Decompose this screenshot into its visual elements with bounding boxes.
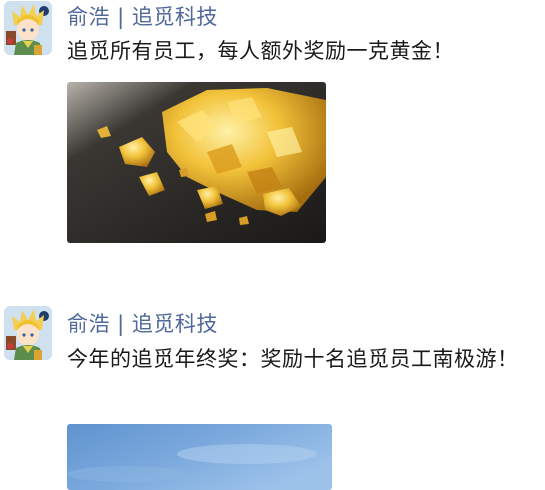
post-author[interactable]: 俞浩 | 追觅科技	[67, 1, 218, 31]
post-item: 俞浩 | 追觅科技 今年的追觅年终奖：奖励十名追觅员工南极游！	[0, 300, 545, 490]
post-author[interactable]: 俞浩 | 追觅科技	[67, 308, 218, 338]
post-item: 俞浩 | 追觅科技 追觅所有员工，每人额外奖励一克黄金！	[0, 0, 545, 260]
post-text: 今年的追觅年终奖：奖励十名追觅员工南极游！	[67, 347, 519, 371]
post-text: 追觅所有员工，每人额外奖励一克黄金！	[67, 39, 454, 63]
moments-feed: 俞浩 | 追觅科技 追觅所有员工，每人额外奖励一克黄金！ 俞浩 | 追觅科技 今…	[0, 0, 545, 490]
post-image-gold-nuggets[interactable]	[67, 82, 326, 243]
author-avatar-icon[interactable]	[4, 1, 52, 55]
author-avatar-icon[interactable]	[4, 306, 52, 360]
post-image-sky[interactable]	[67, 424, 332, 490]
